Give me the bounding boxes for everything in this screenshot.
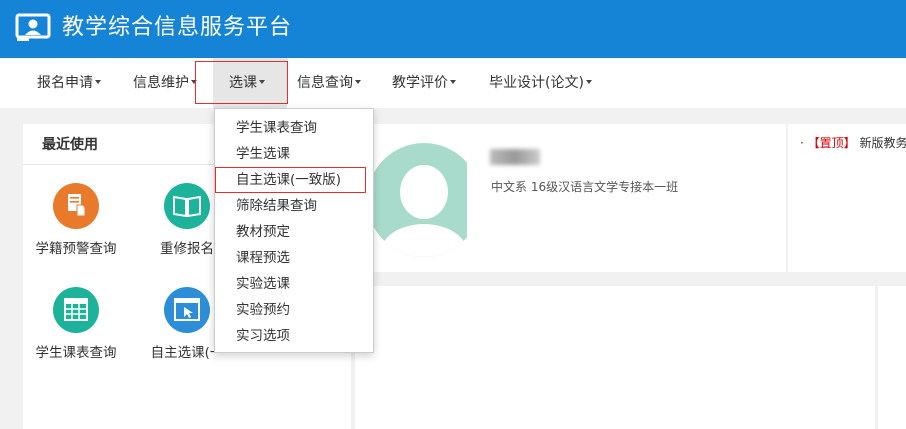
nav-label: 选课 bbox=[229, 75, 257, 91]
caret-down-icon bbox=[450, 80, 456, 84]
nav-item-teaching-evaluation[interactable]: 教学评价 bbox=[392, 58, 456, 108]
menu-item-textbook-reservation[interactable]: 教材预定 bbox=[215, 219, 373, 245]
app-header: 教学综合信息服务平台 bbox=[0, 0, 906, 58]
menu-item-lab-course-selection[interactable]: 实验选课 bbox=[215, 271, 373, 297]
menu-item-lab-reservation[interactable]: 实验预约 bbox=[215, 297, 373, 323]
nav-label: 信息维护 bbox=[133, 75, 189, 91]
nav-item-info-maintenance[interactable]: 信息维护 bbox=[133, 58, 197, 108]
profile-panel: 中文系 16级汉语言文学专接本一班 bbox=[355, 124, 786, 272]
notice-item[interactable]: · 【置顶】 新版教务 bbox=[800, 134, 906, 151]
open-book-icon bbox=[164, 183, 210, 229]
notice-bullet: · bbox=[800, 136, 804, 150]
caret-down-icon bbox=[259, 80, 265, 84]
menu-item-course-preselection[interactable]: 课程预选 bbox=[215, 245, 373, 271]
content-panel bbox=[355, 286, 875, 429]
tile-label: 学籍预警查询 bbox=[35, 241, 117, 257]
notice-text: 新版教务 bbox=[859, 136, 906, 150]
menu-item-student-timetable[interactable]: 学生课表查询 bbox=[215, 115, 373, 141]
menu-item-filter-results[interactable]: 筛除结果查询 bbox=[215, 193, 373, 219]
notice-pinned-tag: 【置顶】 bbox=[807, 136, 856, 150]
nav-item-registration[interactable]: 报名申请 bbox=[37, 58, 101, 108]
caret-down-icon bbox=[585, 80, 592, 84]
tile-label: 学生课表查询 bbox=[35, 345, 117, 361]
avatar bbox=[367, 143, 467, 257]
caret-down-icon bbox=[355, 80, 361, 84]
profile-name-blurred bbox=[490, 149, 540, 165]
caret-down-icon bbox=[191, 80, 197, 84]
window-cursor-icon bbox=[164, 287, 210, 333]
menu-item-self-course-selection[interactable]: 自主选课(一致版) bbox=[215, 167, 366, 193]
recent-title: 最近使用 bbox=[42, 137, 98, 153]
main-nav: 报名申请 信息维护 选课 信息查询 教学评价 毕业设计(论文) bbox=[0, 58, 906, 108]
nav-label: 教学评价 bbox=[392, 75, 448, 91]
tile-student-timetable[interactable]: 学生课表查询 bbox=[26, 287, 126, 361]
nav-label: 信息查询 bbox=[297, 75, 353, 91]
menu-item-student-course-selection[interactable]: 学生选课 bbox=[215, 141, 373, 167]
nav-label: 报名申请 bbox=[37, 75, 93, 91]
course-selection-dropdown: 学生课表查询 学生选课 自主选课(一致版) 筛除结果查询 教材预定 课程预选 实… bbox=[214, 108, 374, 353]
calendar-grid-icon bbox=[53, 287, 99, 333]
logo-icon bbox=[15, 13, 51, 41]
nav-item-graduation-thesis[interactable]: 毕业设计(论文) bbox=[489, 58, 592, 108]
tile-academic-warning[interactable]: 学籍预警查询 bbox=[26, 183, 126, 257]
nav-item-info-query[interactable]: 信息查询 bbox=[297, 58, 361, 108]
profile-class-info: 中文系 16级汉语言文学专接本一班 bbox=[491, 180, 679, 194]
app-title: 教学综合信息服务平台 bbox=[62, 15, 293, 40]
caret-down-icon bbox=[95, 80, 101, 84]
nav-label: 毕业设计(论文) bbox=[489, 75, 584, 91]
side-panel bbox=[878, 286, 906, 429]
nav-item-course-selection[interactable]: 选课 bbox=[213, 58, 287, 108]
document-hand-icon bbox=[53, 183, 99, 229]
menu-item-internship-option[interactable]: 实习选项 bbox=[215, 323, 373, 349]
notice-panel: · 【置顶】 新版教务 bbox=[788, 124, 906, 272]
